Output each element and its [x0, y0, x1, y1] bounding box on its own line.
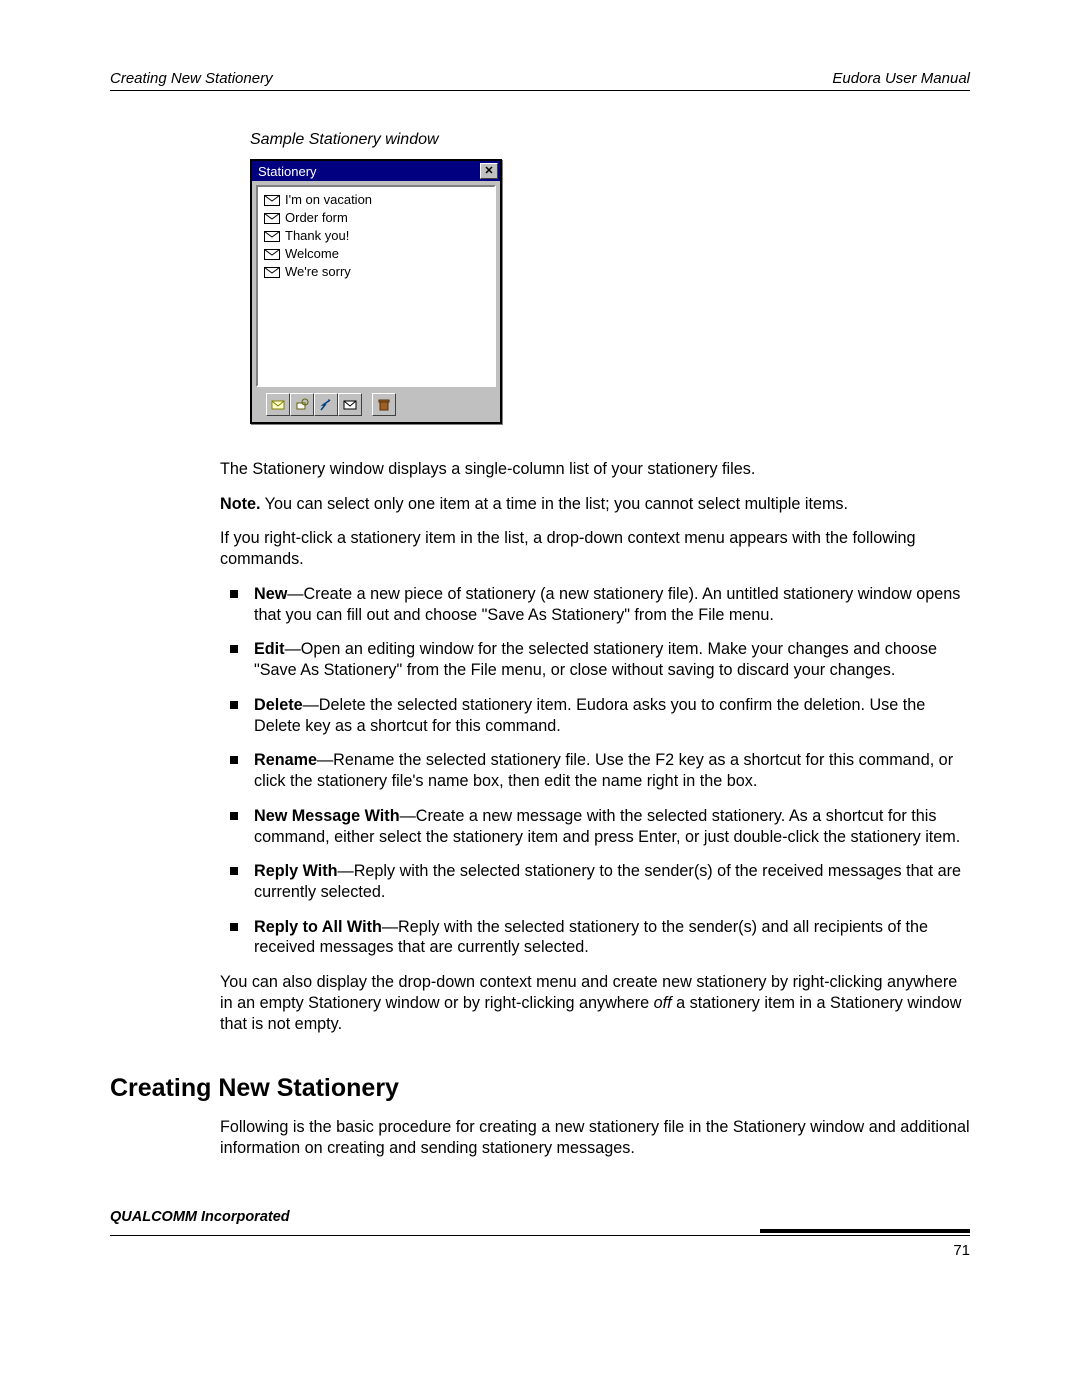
manual-page: Creating New Stationery Eudora User Manu…	[0, 0, 1080, 1319]
stationery-file-icon	[264, 230, 280, 243]
footer-company: QUALCOMM Incorporated	[110, 1209, 970, 1225]
paragraph: You can also display the drop-down conte…	[220, 972, 970, 1034]
list-item-label: Welcome	[285, 245, 339, 263]
note-label: Note.	[220, 495, 260, 513]
list-item[interactable]: I'm on vacation	[264, 191, 488, 209]
stationery-window: Stationery ✕ I'm on vacation O	[250, 159, 502, 424]
command-term: Rename	[254, 751, 317, 769]
command-item: Edit—Open an editing window for the sele…	[220, 639, 970, 680]
list-item-label: Order form	[285, 209, 348, 227]
body-content: The Stationery window displays a single-…	[220, 459, 970, 1034]
close-icon[interactable]: ✕	[480, 163, 498, 179]
body-content: Following is the basic procedure for cre…	[220, 1117, 970, 1158]
command-desc: —Open an editing window for the selected…	[254, 640, 937, 679]
command-term: New Message With	[254, 807, 400, 825]
list-item-label: I'm on vacation	[285, 191, 372, 209]
list-item-label: We're sorry	[285, 263, 351, 281]
command-item: Reply With—Reply with the selected stati…	[220, 861, 970, 902]
running-header: Creating New Stationery Eudora User Manu…	[110, 70, 970, 91]
command-term: Delete	[254, 696, 303, 714]
header-left: Creating New Stationery	[110, 70, 273, 87]
command-desc: —Delete the selected stationery item. Eu…	[254, 696, 925, 735]
stationery-file-icon	[264, 212, 280, 225]
command-item: New—Create a new piece of stationery (a …	[220, 584, 970, 625]
list-item[interactable]: Thank you!	[264, 227, 488, 245]
note-text: You can select only one item at a time i…	[260, 495, 848, 513]
window-title: Stationery	[258, 164, 317, 179]
window-titlebar: Stationery ✕	[252, 161, 500, 181]
paragraph: Following is the basic procedure for cre…	[220, 1117, 970, 1158]
command-desc: —Create a new piece of stationery (a new…	[254, 585, 960, 624]
note-paragraph: Note. You can select only one item at a …	[220, 494, 970, 515]
command-item: Rename—Rename the selected stationery fi…	[220, 750, 970, 791]
edit-icon[interactable]	[290, 393, 314, 416]
command-item: New Message With—Create a new message wi…	[220, 806, 970, 847]
new-stationery-icon[interactable]	[338, 393, 362, 416]
header-right: Eudora User Manual	[832, 70, 970, 87]
stationery-file-icon	[264, 248, 280, 261]
list-item[interactable]: Welcome	[264, 245, 488, 263]
paragraph: If you right-click a stationery item in …	[220, 528, 970, 569]
list-item[interactable]: Order form	[264, 209, 488, 227]
command-desc: —Reply with the selected stationery to t…	[254, 862, 961, 901]
command-desc: —Rename the selected stationery file. Us…	[254, 751, 953, 790]
footer-rule: 71	[110, 1229, 970, 1259]
list-item-label: Thank you!	[285, 227, 349, 245]
stationery-file-icon	[264, 194, 280, 207]
stationery-list[interactable]: I'm on vacation Order form Thank you!	[256, 185, 496, 387]
emphasis-off: off	[654, 994, 672, 1012]
command-term: Reply With	[254, 862, 338, 880]
list-item[interactable]: We're sorry	[264, 263, 488, 281]
stationery-window-figure: Stationery ✕ I'm on vacation O	[250, 159, 970, 424]
new-message-icon[interactable]	[266, 393, 290, 416]
stationery-file-icon	[264, 266, 280, 279]
figure-caption: Sample Stationery window	[250, 131, 970, 149]
command-list: New—Create a new piece of stationery (a …	[220, 584, 970, 958]
command-term: Edit	[254, 640, 285, 658]
delete-icon[interactable]	[372, 393, 396, 416]
command-item: Delete—Delete the selected stationery it…	[220, 695, 970, 736]
paragraph: The Stationery window displays a single-…	[220, 459, 970, 480]
reply-icon[interactable]	[314, 393, 338, 416]
command-term: New	[254, 585, 287, 603]
section-heading-creating-new-stationery: Creating New Stationery	[110, 1074, 970, 1103]
command-term: Reply to All With	[254, 918, 382, 936]
page-number: 71	[110, 1242, 970, 1259]
command-item: Reply to All With—Reply with the selecte…	[220, 917, 970, 958]
stationery-toolbar	[252, 391, 500, 422]
